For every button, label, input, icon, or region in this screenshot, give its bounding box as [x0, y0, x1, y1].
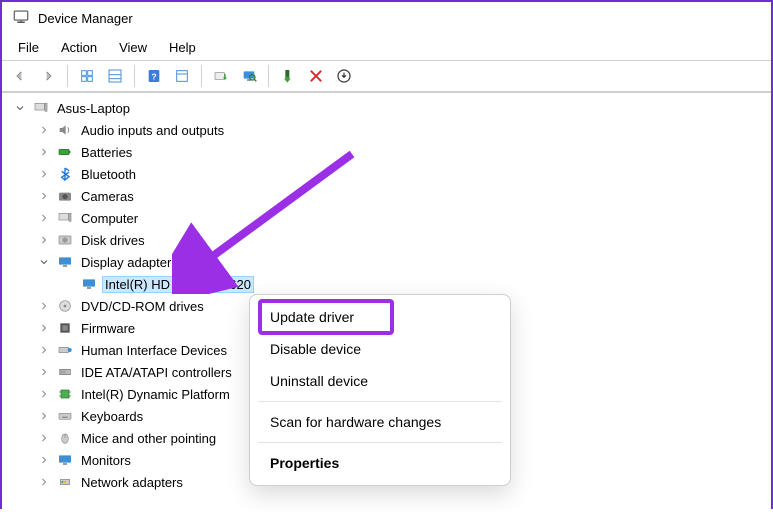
keyboard-icon: [56, 408, 74, 424]
tree-root[interactable]: Asus-Laptop: [12, 97, 771, 119]
ide-icon: [56, 364, 74, 380]
toolbar-separator: [67, 65, 68, 87]
mouse-icon: [56, 430, 74, 446]
chevron-right-icon[interactable]: [36, 366, 52, 378]
chevron-right-icon[interactable]: [36, 432, 52, 444]
monitor-icon: [56, 254, 74, 270]
chevron-right-icon[interactable]: [36, 388, 52, 400]
tree-item-label: Monitors: [78, 452, 134, 469]
view-large-button[interactable]: [103, 64, 127, 88]
menu-bar: File Action View Help: [2, 35, 771, 60]
back-button[interactable]: [8, 64, 32, 88]
camera-icon: [56, 188, 74, 204]
menu-help[interactable]: Help: [159, 37, 206, 58]
view-small-button[interactable]: [75, 64, 99, 88]
context-update-driver[interactable]: Update driver: [256, 301, 504, 333]
tree-root-label: Asus-Laptop: [54, 100, 133, 117]
tree-item-intel-hd-graphics[interactable]: Intel(R) HD Graphics 620: [60, 273, 771, 295]
chevron-right-icon[interactable]: [36, 322, 52, 334]
computer-icon: [32, 100, 50, 116]
context-scan-hardware[interactable]: Scan for hardware changes: [256, 406, 504, 438]
app-icon: [12, 8, 30, 29]
tree-item-label: IDE ATA/ATAPI controllers: [78, 364, 235, 381]
tree-item-cameras[interactable]: Cameras: [36, 185, 771, 207]
chevron-right-icon[interactable]: [36, 168, 52, 180]
window-title: Device Manager: [38, 11, 133, 26]
context-uninstall-device[interactable]: Uninstall device: [256, 365, 504, 397]
network-icon: [56, 474, 74, 490]
toolbar-separator: [201, 65, 202, 87]
context-separator: [258, 401, 502, 402]
chip-icon: [56, 386, 74, 402]
chevron-right-icon[interactable]: [36, 476, 52, 488]
computer-icon: [56, 210, 74, 226]
bluetooth-icon: [56, 166, 74, 182]
monitor-icon: [56, 452, 74, 468]
title-bar: Device Manager: [2, 2, 771, 35]
menu-file[interactable]: File: [8, 37, 49, 58]
toolbar: ?: [2, 61, 771, 91]
tree-item-bluetooth[interactable]: Bluetooth: [36, 163, 771, 185]
context-disable-device[interactable]: Disable device: [256, 333, 504, 365]
tree-item-audio[interactable]: Audio inputs and outputs: [36, 119, 771, 141]
dvd-icon: [56, 298, 74, 314]
tree-item-label: Bluetooth: [78, 166, 139, 183]
tree-item-label: Intel(R) Dynamic Platform: [78, 386, 233, 403]
tree-item-label: Keyboards: [78, 408, 146, 425]
speaker-icon: [56, 122, 74, 138]
context-separator: [258, 442, 502, 443]
tree-item-label: Batteries: [78, 144, 135, 161]
tree-item-label: Mice and other pointing: [78, 430, 219, 447]
context-menu: Update driver Disable device Uninstall d…: [249, 294, 511, 486]
tree-item-computer[interactable]: Computer: [36, 207, 771, 229]
context-properties[interactable]: Properties: [256, 447, 504, 479]
properties-button[interactable]: [170, 64, 194, 88]
tree-item-label: Intel(R) HD Graphics 620: [102, 276, 254, 293]
chevron-right-icon[interactable]: [36, 344, 52, 356]
tree-item-disk-drives[interactable]: Disk drives: [36, 229, 771, 251]
tree-item-batteries[interactable]: Batteries: [36, 141, 771, 163]
remove-device-button[interactable]: [304, 64, 328, 88]
menu-view[interactable]: View: [109, 37, 157, 58]
tree-item-display-adapters[interactable]: Display adapters: [36, 251, 771, 273]
install-button[interactable]: [332, 64, 356, 88]
firmware-icon: [56, 320, 74, 336]
tree-item-label: Disk drives: [78, 232, 148, 249]
chevron-right-icon[interactable]: [36, 454, 52, 466]
tree-item-label: Cameras: [78, 188, 137, 205]
chevron-down-icon[interactable]: [36, 256, 52, 268]
chevron-right-icon[interactable]: [36, 190, 52, 202]
chevron-right-icon[interactable]: [36, 300, 52, 312]
tree-item-label: Computer: [78, 210, 141, 227]
hid-icon: [56, 342, 74, 358]
tree-item-label: Firmware: [78, 320, 138, 337]
tree-item-label: Display adapters: [78, 254, 181, 271]
toolbar-wrap: ?: [2, 60, 771, 92]
tree-item-label: Audio inputs and outputs: [78, 122, 227, 139]
chevron-right-icon[interactable]: [36, 410, 52, 422]
monitor-icon: [80, 276, 98, 292]
toolbar-separator: [134, 65, 135, 87]
menu-action[interactable]: Action: [51, 37, 107, 58]
help-button[interactable]: ?: [142, 64, 166, 88]
chevron-right-icon[interactable]: [36, 124, 52, 136]
chevron-right-icon[interactable]: [36, 146, 52, 158]
chevron-right-icon[interactable]: [36, 234, 52, 246]
tree-item-label: Human Interface Devices: [78, 342, 230, 359]
tree-item-label: DVD/CD-ROM drives: [78, 298, 207, 315]
forward-button[interactable]: [36, 64, 60, 88]
toolbar-separator: [268, 65, 269, 87]
battery-icon: [56, 144, 74, 160]
chevron-down-icon[interactable]: [12, 102, 28, 114]
svg-text:?: ?: [151, 71, 156, 81]
chevron-right-icon[interactable]: [36, 212, 52, 224]
scan-pc-button[interactable]: [237, 64, 261, 88]
tree-item-label: Network adapters: [78, 474, 186, 491]
update-driver-button[interactable]: [209, 64, 233, 88]
tree-subchildren: Intel(R) HD Graphics 620: [36, 273, 771, 295]
disk-icon: [56, 232, 74, 248]
enable-device-button[interactable]: [276, 64, 300, 88]
